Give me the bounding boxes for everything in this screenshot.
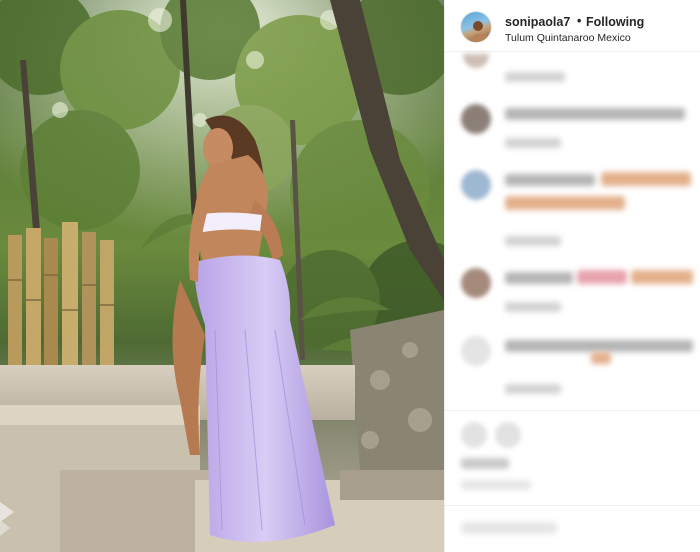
comment-text <box>505 340 693 352</box>
comment-text <box>505 108 685 120</box>
comment-emoji <box>631 270 693 284</box>
comment-text <box>505 174 595 186</box>
like-icon[interactable] <box>461 422 487 448</box>
comment-avatar[interactable] <box>461 268 491 298</box>
post-date <box>461 480 531 490</box>
post-side-panel: sonipaola7 • Following Tulum Quintanaroo… <box>444 0 700 552</box>
profile-avatar-icon[interactable] <box>461 12 491 42</box>
comment-text <box>505 272 573 284</box>
comment-meta <box>505 72 565 82</box>
comment-meta <box>505 384 561 394</box>
username-link[interactable]: sonipaola7 <box>505 15 570 29</box>
comment-emoji <box>577 270 627 284</box>
post-photo[interactable] <box>0 0 444 552</box>
add-comment-input[interactable] <box>461 522 557 534</box>
location-link[interactable]: Tulum Quintanaroo Mexico <box>505 32 631 44</box>
comment-avatar[interactable] <box>463 54 489 68</box>
post-header: sonipaola7 • Following Tulum Quintanaroo… <box>445 0 700 52</box>
comment-avatar[interactable] <box>461 104 491 134</box>
comment-emoji <box>505 196 625 210</box>
comment-meta <box>505 302 561 312</box>
photo-scene <box>0 0 444 552</box>
divider <box>445 410 700 411</box>
comment-emoji <box>601 172 691 186</box>
comment-avatar[interactable] <box>461 336 491 366</box>
comment-meta <box>505 138 561 148</box>
likes-count <box>461 458 509 469</box>
comment-avatar[interactable] <box>461 170 491 200</box>
separator-dot: • <box>577 14 582 28</box>
comment-emoji <box>591 352 611 364</box>
comment-meta <box>505 236 561 246</box>
comment-icon[interactable] <box>495 422 521 448</box>
site-watermark-logo-icon <box>0 498 16 538</box>
instagram-post: sonipaola7 • Following Tulum Quintanaroo… <box>0 0 700 552</box>
following-button[interactable]: Following <box>586 15 644 29</box>
divider <box>445 505 700 506</box>
